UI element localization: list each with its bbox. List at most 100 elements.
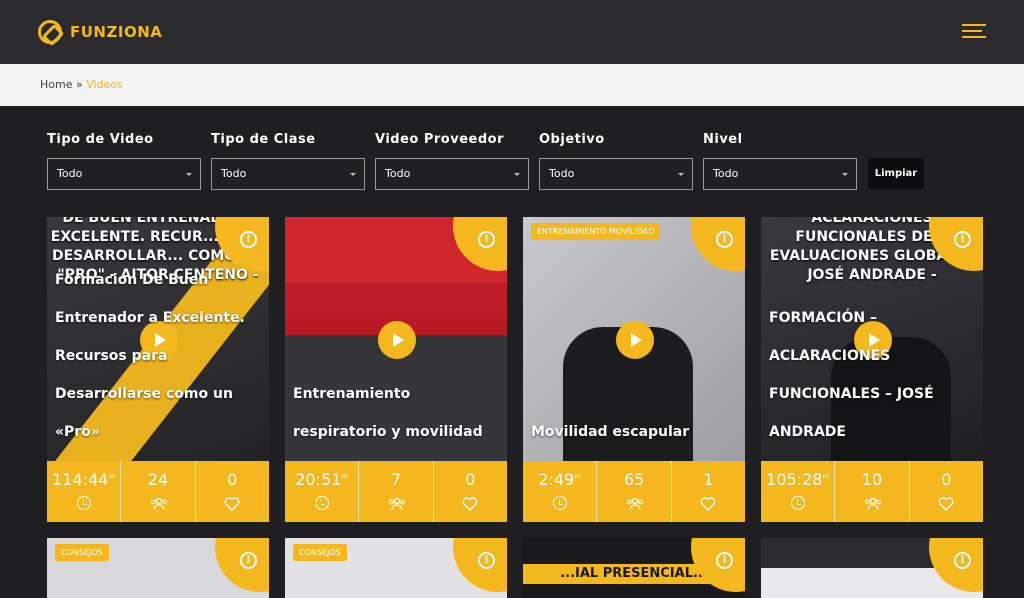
duration-stat: 20:51m — [285, 461, 358, 522]
breadcrumb-current: Videos — [86, 78, 123, 91]
video-thumbnail[interactable]: ENTRENAMIENTO MOVILIDAD i Movilidad esca… — [523, 217, 745, 461]
select-value: Todo — [549, 167, 575, 180]
info-icon[interactable]: i — [716, 552, 733, 569]
likes-stat[interactable]: 0 — [432, 461, 507, 522]
breadcrumb-separator: » — [75, 78, 83, 91]
users-icon — [388, 496, 405, 512]
breadcrumb: Home » Videos — [40, 78, 123, 91]
filter-objetivo: Objetivo Todo — [539, 132, 693, 190]
tipo-clase-select[interactable]: Todo — [211, 158, 365, 190]
breadcrumb-bar: Home » Videos — [0, 64, 1024, 106]
video-card[interactable]: CONSEJOS i — [47, 538, 269, 598]
likes-stat[interactable]: 0 — [194, 461, 269, 522]
views-stat: 7 — [358, 461, 432, 522]
info-icon[interactable]: i — [240, 231, 257, 248]
filter-label: Objetivo — [539, 132, 605, 147]
video-proveedor-select[interactable]: Todo — [375, 158, 529, 190]
video-card[interactable]: ENTRENAMIENTO MOVILIDAD i Movilidad esca… — [523, 217, 745, 522]
play-button[interactable] — [378, 321, 416, 359]
info-icon[interactable]: i — [478, 231, 495, 248]
objetivo-select[interactable]: Todo — [539, 158, 693, 190]
duration-unit: m — [574, 472, 582, 481]
video-title[interactable]: Formación De Buen Entrenador a Excelente… — [55, 261, 261, 451]
likes-stat[interactable]: 1 — [670, 461, 745, 522]
users-icon — [626, 496, 643, 512]
clock-icon — [314, 496, 329, 510]
views-stat: 65 — [596, 461, 670, 522]
video-card[interactable]: ACLARACIONES FUNCIONALES DE... EVALUACIO… — [761, 217, 983, 522]
users-icon — [150, 496, 167, 512]
chevron-down-icon — [350, 173, 356, 176]
filter-label: Tipo de Clase — [211, 132, 316, 147]
views-stat: 24 — [120, 461, 194, 522]
filter-video-proveedor: Video Proveedor Todo — [375, 132, 529, 190]
select-value: Todo — [385, 167, 411, 180]
video-thumbnail[interactable]: DE BUEN ENTRENAD... A EXCELENTE. RECUR..… — [47, 217, 269, 461]
clear-filters-button[interactable]: Limpiar — [868, 158, 924, 189]
filter-label: Nivel — [703, 132, 743, 147]
clock-icon — [552, 496, 567, 510]
duration-stat: 2:49m — [523, 461, 596, 522]
info-icon[interactable]: i — [954, 231, 971, 248]
info-icon[interactable]: i — [240, 552, 257, 569]
duration-stat: 114:44m — [47, 461, 120, 522]
clock-icon — [76, 496, 91, 510]
video-stats: 105:28m 10 0 — [761, 461, 983, 522]
info-icon[interactable]: i — [716, 231, 733, 248]
duration-value: 2:49 — [538, 470, 575, 489]
views-stat: 10 — [834, 461, 908, 522]
duration-unit: m — [822, 472, 830, 481]
select-value: Todo — [221, 167, 247, 180]
duration-value: 114:44 — [52, 470, 109, 489]
category-badge: CONSEJOS — [55, 544, 109, 561]
category-badge: ENTRENAMIENTO MOVILIDAD — [531, 223, 661, 240]
video-card[interactable]: ...IAL PRESENCIAL... i — [523, 538, 745, 598]
video-card[interactable]: CONSEJOS i — [285, 538, 507, 598]
video-stats: 114:44m 24 0 — [47, 461, 269, 522]
tipo-video-select[interactable]: Todo — [47, 158, 201, 190]
chevron-down-icon — [514, 173, 520, 176]
play-button[interactable] — [616, 321, 654, 359]
video-card[interactable]: DE BUEN ENTRENAD... A EXCELENTE. RECUR..… — [47, 217, 269, 522]
select-value: Todo — [713, 167, 739, 180]
video-thumbnail[interactable]: i Entrenamiento respiratorio y movilidad — [285, 217, 507, 461]
filter-bar: Tipo de Video Todo Tipo de Clase Todo Vi… — [0, 106, 1024, 216]
brand-logo[interactable]: FUNZIONA — [38, 20, 162, 44]
video-thumbnail[interactable]: ACLARACIONES FUNCIONALES DE... EVALUACIO… — [761, 217, 983, 461]
filter-tipo-video: Tipo de Video Todo — [47, 132, 201, 190]
video-title[interactable]: Movilidad escapular — [531, 413, 737, 451]
likes-stat[interactable]: 0 — [908, 461, 983, 522]
heart-icon[interactable] — [462, 496, 478, 512]
heart-icon[interactable] — [224, 496, 240, 512]
info-icon[interactable]: i — [954, 552, 971, 569]
likes-value: 0 — [465, 470, 476, 489]
video-stats: 20:51m 7 0 — [285, 461, 507, 522]
duration-value: 20:51 — [295, 470, 342, 489]
video-stats: 2:49m 65 1 — [523, 461, 745, 522]
video-card[interactable]: i Entrenamiento respiratorio y movilidad… — [285, 217, 507, 522]
heart-icon[interactable] — [938, 496, 954, 512]
filter-tipo-clase: Tipo de Clase Todo — [211, 132, 365, 190]
duration-unit: m — [108, 472, 116, 481]
chevron-down-icon — [678, 173, 684, 176]
chevron-down-icon — [842, 173, 848, 176]
video-card[interactable]: i — [761, 538, 983, 598]
info-icon[interactable]: i — [478, 552, 495, 569]
likes-value: 1 — [703, 470, 714, 489]
views-value: 24 — [147, 470, 169, 489]
logo-icon — [38, 20, 62, 44]
duration-unit: m — [341, 472, 349, 481]
breadcrumb-home-link[interactable]: Home — [40, 78, 72, 91]
video-title[interactable]: Entrenamiento respiratorio y movilidad — [293, 375, 499, 451]
users-icon — [864, 496, 881, 512]
likes-value: 0 — [941, 470, 952, 489]
category-badge: CONSEJOS — [293, 544, 347, 561]
video-title[interactable]: FORMACIÓN – ACLARACIONES FUNCIONALES – J… — [769, 299, 975, 451]
filter-label: Tipo de Video — [47, 132, 154, 147]
hamburger-menu-icon[interactable] — [962, 22, 988, 40]
views-value: 10 — [861, 470, 883, 489]
heart-icon[interactable] — [700, 496, 716, 512]
nivel-select[interactable]: Todo — [703, 158, 857, 190]
duration-value: 105:28 — [766, 470, 823, 489]
filter-label: Video Proveedor — [375, 132, 504, 147]
